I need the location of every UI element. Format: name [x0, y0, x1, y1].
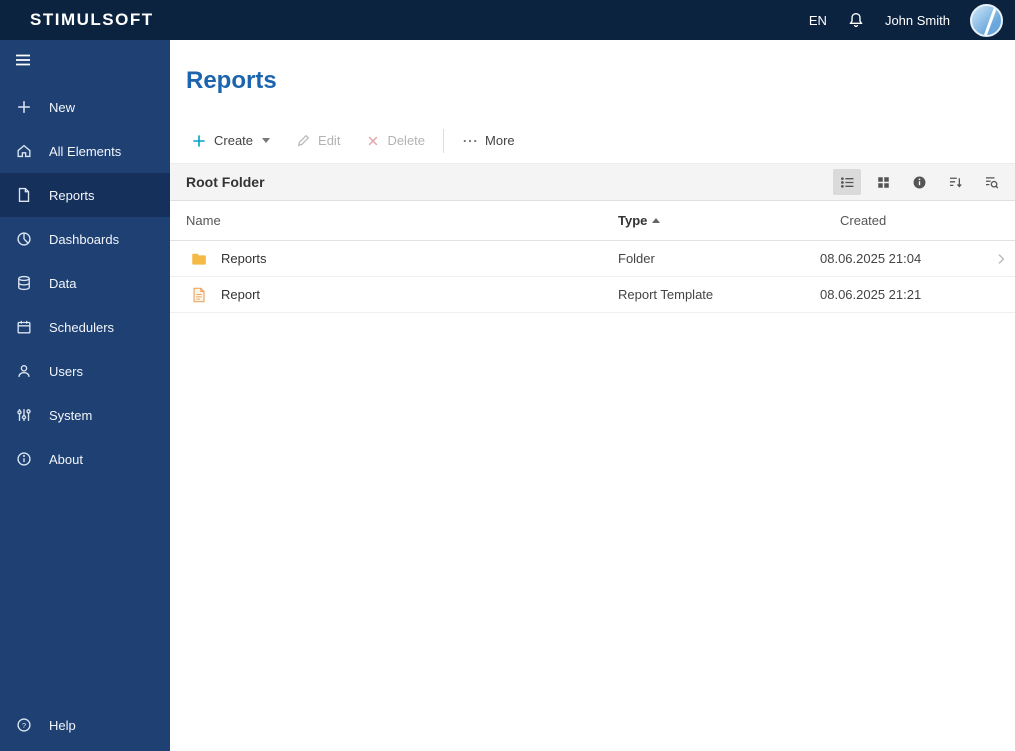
sidebar-item-label: System [49, 407, 93, 423]
edit-button-label: Edit [318, 133, 341, 148]
sidebar-item-system[interactable]: System [0, 393, 170, 437]
search-filter-button[interactable] [977, 169, 1005, 195]
scheduler-icon [14, 317, 34, 337]
folder-title: Root Folder [186, 174, 265, 190]
sidebar: New All Elements Reports Dashboards Data [0, 40, 170, 751]
sidebar-item-data[interactable]: Data [0, 261, 170, 305]
row-name: Reports [221, 251, 267, 266]
grid-view-button[interactable] [869, 169, 897, 195]
sidebar-footer: ? Help [0, 703, 170, 751]
sidebar-item-users[interactable]: Users [0, 349, 170, 393]
help-icon: ? [14, 715, 34, 735]
info-button[interactable] [905, 169, 933, 195]
main-content: Reports Create Edit Delete More Root Fol… [170, 40, 1015, 751]
files-table: Name Type Created Reports Folder 08.06.2… [170, 201, 1015, 313]
more-button[interactable]: More [449, 127, 528, 154]
delete-button-label: Delete [387, 133, 426, 148]
column-header-type-label: Type [618, 213, 648, 228]
menu-toggle-button[interactable] [0, 40, 170, 80]
about-icon [14, 449, 34, 469]
folder-bar: Root Folder [170, 163, 1015, 201]
chevron-right-icon[interactable] [987, 251, 1015, 267]
sort-button[interactable] [941, 169, 969, 195]
sidebar-item-help[interactable]: ? Help [0, 703, 170, 747]
row-created: 08.06.2025 21:21 [820, 287, 922, 302]
list-view-button[interactable] [833, 169, 861, 195]
system-sliders-icon [14, 405, 34, 425]
more-button-label: More [485, 133, 515, 148]
table-row-reports-folder[interactable]: Reports Folder 08.06.2025 21:04 [170, 241, 1015, 277]
plus-icon [14, 97, 34, 117]
sidebar-item-schedulers[interactable]: Schedulers [0, 305, 170, 349]
sidebar-item-new[interactable]: New [0, 85, 170, 129]
chevron-down-icon [262, 138, 271, 143]
create-button[interactable]: Create [178, 127, 283, 154]
toolbar-divider [443, 128, 445, 153]
topbar-right: EN John Smith [809, 3, 1003, 37]
home-icon [14, 141, 34, 161]
notifications-bell-icon[interactable] [847, 11, 865, 29]
create-button-label: Create [214, 133, 254, 148]
sidebar-item-all-elements[interactable]: All Elements [0, 129, 170, 173]
sort-asc-icon [652, 218, 661, 223]
page-title: Reports [186, 67, 277, 94]
folder-icon [190, 250, 208, 268]
row-name: Report [221, 287, 261, 302]
column-header-name[interactable]: Name [170, 213, 618, 228]
sidebar-item-label: Schedulers [49, 319, 115, 335]
sidebar-nav: New All Elements Reports Dashboards Data [0, 85, 170, 481]
sidebar-item-dashboards[interactable]: Dashboards [0, 217, 170, 261]
hamburger-icon [13, 50, 33, 70]
sidebar-item-reports[interactable]: Reports [0, 173, 170, 217]
users-icon [14, 361, 34, 381]
create-plus-icon [191, 133, 207, 149]
sidebar-item-label: Dashboards [49, 231, 120, 247]
sidebar-item-label: New [49, 99, 76, 115]
delete-x-icon [366, 134, 380, 148]
delete-button[interactable]: Delete [353, 127, 438, 154]
column-header-type[interactable]: Type [618, 213, 820, 228]
row-type: Folder [618, 251, 655, 266]
user-name[interactable]: John Smith [885, 13, 950, 28]
sidebar-item-label: Users [49, 363, 83, 379]
row-created: 08.06.2025 21:04 [820, 251, 922, 266]
svg-text:?: ? [22, 721, 26, 730]
toolbar: Create Edit Delete More [178, 127, 1015, 154]
user-avatar[interactable] [970, 3, 1003, 37]
sidebar-item-label: Reports [49, 187, 95, 203]
pencil-icon [296, 133, 311, 148]
language-selector[interactable]: EN [809, 13, 827, 28]
table-header-row: Name Type Created [170, 201, 1015, 241]
dashboard-icon [14, 229, 34, 249]
sidebar-item-label: Data [49, 275, 77, 291]
column-header-created[interactable]: Created [820, 213, 987, 228]
sidebar-item-label: Help [49, 717, 76, 733]
sidebar-item-label: About [49, 451, 83, 467]
app-logo: STIMULSOFT [30, 10, 154, 29]
report-icon [14, 185, 34, 205]
sidebar-item-about[interactable]: About [0, 437, 170, 481]
more-dots-icon [462, 133, 478, 149]
topbar: STIMULSOFT EN John Smith [0, 0, 1015, 40]
database-icon [14, 273, 34, 293]
report-file-icon [190, 286, 208, 304]
sidebar-item-label: All Elements [49, 143, 122, 159]
table-row-report-template[interactable]: Report Report Template 08.06.2025 21:21 [170, 277, 1015, 313]
view-buttons [833, 169, 1005, 195]
row-type: Report Template [618, 287, 714, 302]
edit-button[interactable]: Edit [283, 127, 353, 154]
